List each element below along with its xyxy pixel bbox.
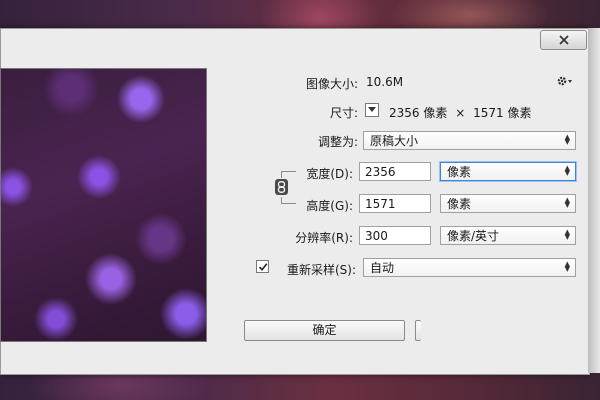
close-button[interactable] bbox=[540, 30, 587, 50]
resample-value: 自动 bbox=[370, 261, 395, 275]
resolution-input[interactable]: 300 bbox=[359, 226, 431, 245]
dimensions-height: 1571 bbox=[473, 106, 504, 120]
dimensions-width: 2356 bbox=[389, 106, 420, 120]
height-input[interactable]: 1571 bbox=[359, 194, 431, 213]
height-unit-value: 像素 bbox=[447, 197, 472, 211]
height-unit-select[interactable]: 像素 ▲ ▼ bbox=[440, 194, 576, 213]
gear-icon[interactable] bbox=[556, 74, 574, 88]
image-size-label: 图像大小: bbox=[305, 77, 358, 91]
checkmark-icon bbox=[258, 262, 267, 271]
width-input[interactable]: 2356 bbox=[359, 162, 431, 181]
select-arrows-icon: ▲ ▼ bbox=[564, 228, 570, 241]
dimensions-readout: 2356 像素 × 1571 像素 bbox=[389, 104, 532, 121]
fit-to-label: 调整为: bbox=[317, 135, 358, 149]
fit-to-select[interactable]: 原稿大小 ▲ ▼ bbox=[363, 131, 576, 150]
height-label: 高度(G): bbox=[306, 199, 353, 213]
fit-to-value: 原稿大小 bbox=[370, 134, 419, 148]
image-preview[interactable] bbox=[0, 68, 207, 342]
select-arrows-icon: ▲ ▼ bbox=[564, 133, 570, 146]
resample-label: 重新采样(S): bbox=[286, 263, 356, 277]
dropdown-arrow-icon bbox=[368, 107, 376, 112]
close-icon bbox=[558, 35, 569, 45]
constrain-bracket-top bbox=[281, 171, 296, 178]
resolution-unit-select[interactable]: 像素/英寸 ▲ ▼ bbox=[440, 226, 576, 245]
select-arrows-icon: ▲ ▼ bbox=[564, 164, 570, 177]
chain-link-icon[interactable] bbox=[275, 179, 288, 195]
width-unit-value: 像素 bbox=[447, 165, 472, 179]
select-arrows-icon: ▲ ▼ bbox=[564, 260, 570, 273]
dimensions-unit-menu[interactable] bbox=[365, 103, 379, 117]
dimensions-width-unit: 像素 bbox=[423, 106, 448, 120]
dimensions-label: 尺寸: bbox=[329, 106, 358, 120]
resample-checkbox[interactable] bbox=[256, 260, 269, 273]
resolution-label: 分辨率(R): bbox=[295, 231, 353, 245]
width-unit-select[interactable]: 像素 ▲ ▼ bbox=[440, 162, 576, 181]
cancel-button-edge[interactable] bbox=[415, 320, 421, 341]
ok-button[interactable]: 确定 bbox=[244, 320, 405, 341]
dimensions-times: × bbox=[455, 106, 466, 120]
resolution-unit-value: 像素/英寸 bbox=[447, 229, 500, 243]
image-size-value: 10.6M bbox=[366, 75, 404, 89]
width-label: 宽度(D): bbox=[306, 167, 353, 181]
resample-select[interactable]: 自动 ▲ ▼ bbox=[363, 258, 576, 277]
dimensions-height-unit: 像素 bbox=[507, 106, 532, 120]
dialog-edge bbox=[588, 28, 600, 373]
select-arrows-icon: ▲ ▼ bbox=[564, 196, 570, 209]
